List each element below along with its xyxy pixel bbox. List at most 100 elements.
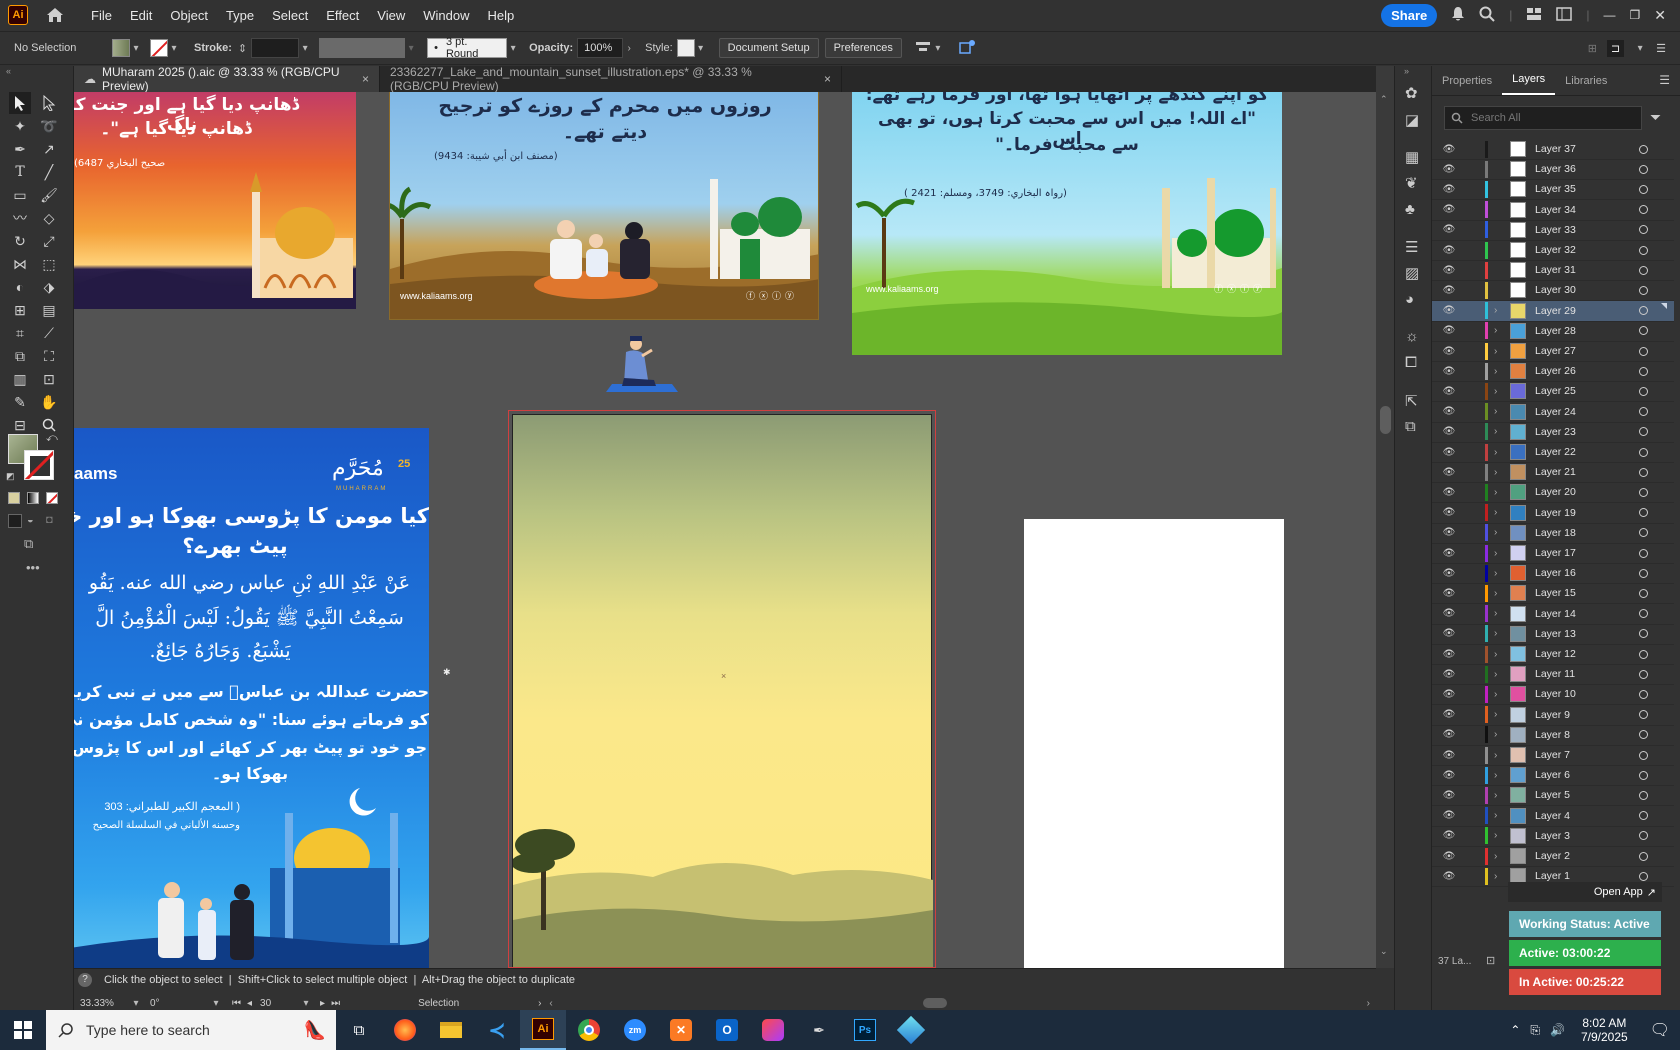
chevron-down-icon[interactable]: ▾ (932, 43, 944, 54)
notification-icon[interactable]: 🗨 (1650, 1020, 1670, 1040)
perspective-grid-tool-icon[interactable]: ⊞ (9, 299, 31, 321)
expand-chevron-icon[interactable]: › (1494, 810, 1497, 821)
layer-row[interactable]: 👁 › Layer 20 (1432, 482, 1674, 504)
layer-row[interactable]: 👁 › Layer 8 (1432, 725, 1674, 746)
target-circle-icon[interactable] (1639, 710, 1648, 720)
expand-chevron-icon[interactable]: › (1494, 871, 1497, 882)
layer-name[interactable]: Layer 8 (1535, 729, 1570, 741)
visibility-eye-icon[interactable]: 👁 (1442, 305, 1456, 316)
visibility-eye-icon[interactable]: 👁 (1442, 750, 1456, 761)
chevron-down-icon[interactable]: ▾ (130, 43, 142, 54)
target-circle-icon[interactable] (1639, 871, 1648, 881)
layer-row[interactable]: 👁 Layer 37 (1432, 139, 1674, 160)
xampp-icon[interactable]: ✕ (658, 1010, 704, 1050)
arrange-documents-icon[interactable] (1526, 7, 1542, 24)
layer-row[interactable]: 👁 Layer 36 (1432, 159, 1674, 181)
visibility-eye-icon[interactable]: 👁 (1442, 527, 1456, 538)
expand-chevron-icon[interactable]: › (1494, 669, 1497, 680)
fill-control[interactable]: ▾ (112, 39, 142, 57)
expand-chevron-icon[interactable]: › (1494, 770, 1497, 781)
taskbar-time[interactable]: 8:02 AM (1582, 1016, 1626, 1030)
horizontal-scroll-thumb[interactable] (922, 998, 947, 1008)
tab-libraries[interactable]: Libraries (1555, 75, 1617, 95)
layer-row[interactable]: 👁 › Layer 11 (1432, 664, 1674, 686)
width-tool-icon[interactable]: ⋈ (9, 253, 31, 275)
target-circle-icon[interactable] (1639, 205, 1648, 215)
live-paint-tool-icon[interactable]: ⬗ (38, 276, 60, 298)
target-circle-icon[interactable] (1639, 730, 1648, 740)
expand-chevron-icon[interactable]: › (1494, 649, 1497, 660)
layer-name[interactable]: Layer 2 (1535, 850, 1570, 862)
chevron-right-icon[interactable]: › (623, 43, 635, 54)
layer-row[interactable]: 👁 › Layer 16 (1432, 563, 1674, 585)
swap-fill-stroke-icon[interactable]: ⤺ (46, 432, 58, 445)
arrange-icon[interactable]: ⊞ (1588, 42, 1597, 55)
draw-normal-icon[interactable] (8, 514, 22, 528)
help-icon[interactable]: ? (78, 973, 92, 987)
layer-name[interactable]: Layer 5 (1535, 789, 1570, 801)
layer-row[interactable]: 👁 › Layer 4 (1432, 806, 1674, 827)
layer-row[interactable]: 👁 › Layer 5 (1432, 785, 1674, 807)
visibility-eye-icon[interactable]: 👁 (1442, 810, 1456, 821)
tab-properties[interactable]: Properties (1432, 75, 1502, 95)
visibility-eye-icon[interactable]: 👁 (1442, 245, 1456, 256)
layer-name[interactable]: Layer 7 (1535, 749, 1570, 761)
chevron-down-icon[interactable]: ▾ (300, 998, 312, 1009)
visibility-eye-icon[interactable]: 👁 (1442, 507, 1456, 518)
expand-chevron-icon[interactable]: › (1494, 588, 1497, 599)
tab-close-icon[interactable]: × (824, 72, 831, 86)
stroke-control[interactable]: ▾ (150, 39, 180, 57)
target-circle-icon[interactable] (1639, 790, 1648, 800)
layer-name[interactable]: Layer 9 (1535, 709, 1570, 721)
layer-name[interactable]: Layer 19 (1535, 507, 1576, 519)
visibility-eye-icon[interactable]: 👁 (1442, 729, 1456, 740)
layer-name[interactable]: Layer 31 (1535, 264, 1576, 276)
search-icon[interactable] (1479, 6, 1495, 25)
selection-tool-icon[interactable] (9, 92, 31, 114)
show-hidden-icons[interactable]: ⌃ (1510, 1023, 1520, 1037)
menu-icon[interactable]: ☰ (1656, 42, 1666, 55)
target-circle-icon[interactable] (1639, 386, 1648, 396)
recolor-icon[interactable] (958, 39, 976, 58)
print-tiling-tool-icon[interactable]: ⊟ (9, 414, 31, 436)
tab-close-icon[interactable]: × (362, 72, 369, 86)
graphic-style-swatch[interactable] (676, 39, 695, 57)
visibility-eye-icon[interactable]: 👁 (1442, 628, 1456, 639)
variable-width-profile[interactable] (319, 38, 406, 58)
artboard-sunset-mosque[interactable]: ڈھانپ دیا گیا ہے اور جنت کو ناگ ڈھانپ دی… (74, 92, 356, 309)
layer-name[interactable]: Layer 21 (1535, 466, 1576, 478)
panel-menu-icon[interactable]: ☰ (1649, 73, 1680, 95)
artboard-tool-icon[interactable]: ⊡ (38, 368, 60, 390)
visibility-eye-icon[interactable]: 👁 (1442, 467, 1456, 478)
target-circle-icon[interactable] (1639, 508, 1648, 518)
expand-chevron-icon[interactable]: › (1494, 729, 1497, 740)
visibility-eye-icon[interactable]: 👁 (1442, 346, 1456, 357)
expand-chevron-icon[interactable]: › (1494, 305, 1497, 316)
app-cube-icon[interactable] (888, 1010, 934, 1050)
target-circle-icon[interactable] (1639, 831, 1648, 841)
target-circle-icon[interactable] (1639, 366, 1648, 376)
photoshop-icon[interactable]: Ps (842, 1010, 888, 1050)
layer-row[interactable]: 👁 Layer 33 (1432, 220, 1674, 241)
layer-row[interactable]: 👁 › Layer 15 (1432, 583, 1674, 605)
visibility-eye-icon[interactable]: 👁 (1442, 649, 1456, 660)
chevron-down-icon[interactable]: ▾ (210, 998, 222, 1009)
target-circle-icon[interactable] (1639, 750, 1648, 760)
layer-name[interactable]: Layer 22 (1535, 446, 1576, 458)
shape-builder-tool-icon[interactable]: ◐ (9, 276, 31, 298)
first-artboard-icon[interactable]: ⏮ (232, 998, 241, 1009)
menu-effect[interactable]: Effect (317, 8, 368, 23)
layer-name[interactable]: Layer 15 (1535, 587, 1576, 599)
expand-chevron-icon[interactable]: › (1494, 406, 1497, 417)
target-circle-icon[interactable] (1639, 225, 1648, 235)
eraser-tool-icon[interactable]: ◇ (38, 207, 60, 229)
visibility-eye-icon[interactable]: 👁 (1442, 265, 1456, 276)
symbols-icon[interactable]: ♣ (1405, 201, 1415, 218)
workspace-icon[interactable] (1556, 6, 1573, 24)
stroke-swatch[interactable] (150, 39, 168, 57)
zoom-icon[interactable]: zm (612, 1010, 658, 1050)
layer-name[interactable]: Layer 37 (1535, 143, 1576, 155)
target-circle-icon[interactable] (1639, 649, 1648, 659)
align-icon[interactable] (914, 39, 932, 58)
layer-row[interactable]: 👁 Layer 34 (1432, 200, 1674, 221)
